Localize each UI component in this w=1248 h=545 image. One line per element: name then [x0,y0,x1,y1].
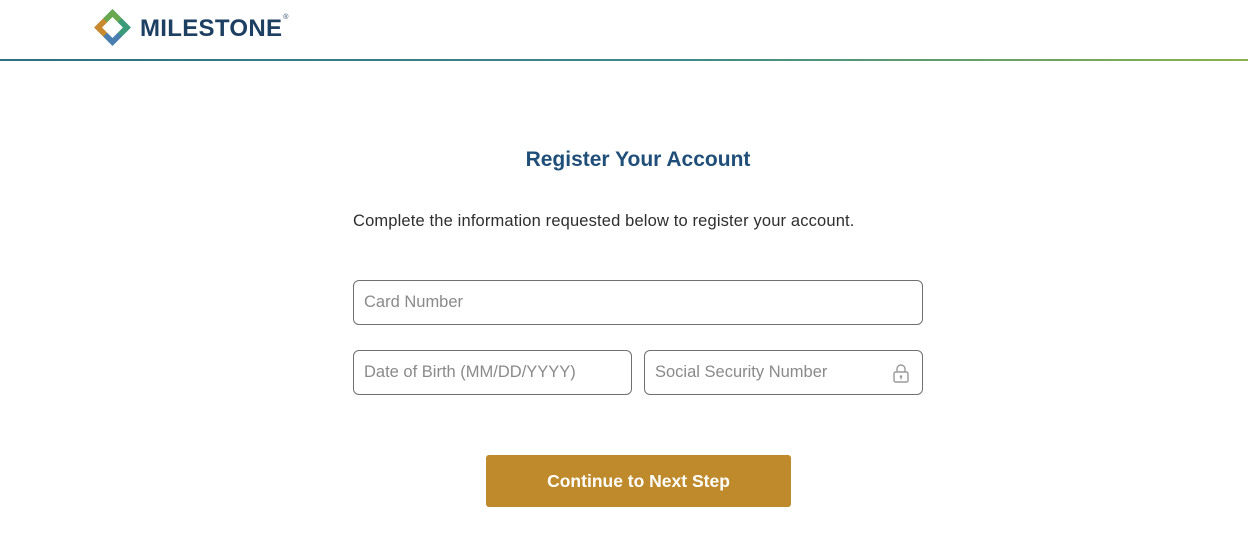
site-header: MILESTONE ® [0,0,1248,61]
form-instructions: Complete the information requested below… [353,212,855,230]
page-title: Register Your Account [525,148,751,171]
ssn-input[interactable] [645,351,922,394]
brand-name: MILESTONE [140,14,283,42]
card-number-input[interactable] [354,281,922,324]
milestone-diamond-logo-icon [94,9,131,46]
card-number-field [353,280,923,325]
date-of-birth-input[interactable] [354,351,631,394]
continue-button[interactable]: Continue to Next Step [486,455,791,507]
date-of-birth-field [353,350,632,395]
header-accent-line [0,59,1248,61]
ssn-field [644,350,923,395]
registered-mark: ® [283,14,289,21]
brand-logo[interactable]: MILESTONE ® [94,9,288,46]
lock-icon [893,364,909,383]
